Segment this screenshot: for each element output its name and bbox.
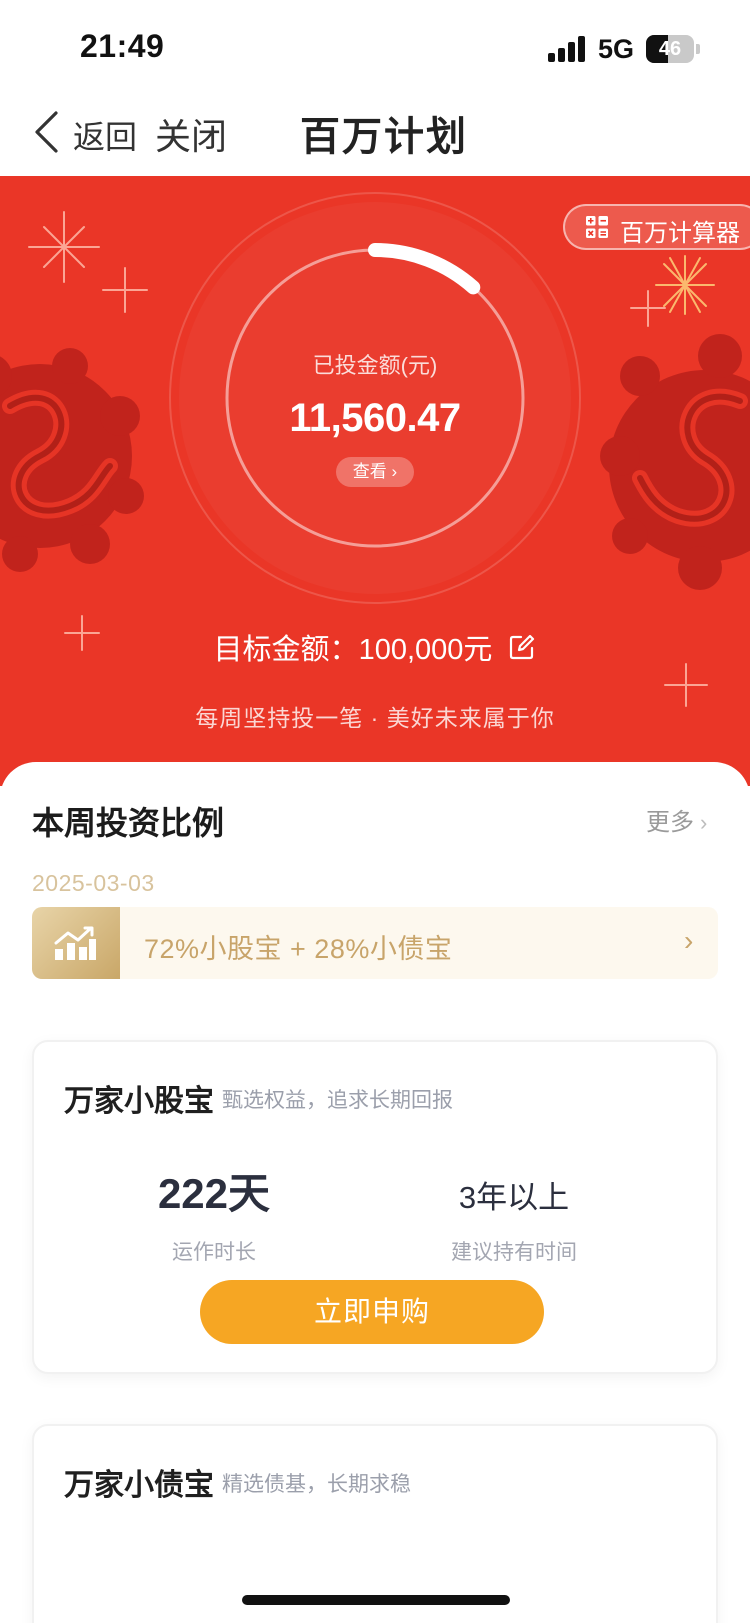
target-label: 目标金额： bbox=[213, 634, 359, 666]
more-link[interactable]: 更多 › bbox=[646, 802, 707, 837]
status-time: 21:49 bbox=[80, 28, 165, 64]
target-amount: 100,000元 bbox=[358, 634, 493, 666]
close-button[interactable]: 关闭 bbox=[155, 108, 227, 160]
back-chevron-icon[interactable] bbox=[32, 110, 62, 154]
grid-calculator-icon bbox=[586, 216, 608, 238]
network-type: 5G bbox=[598, 34, 635, 64]
ratio-icon-box bbox=[32, 907, 120, 979]
invested-amount: 11,560.47 bbox=[289, 396, 461, 440]
investment-banner: 百万计算器 已投金额(元) 11,560.47 查看 › 目标金额：100,00… bbox=[0, 176, 750, 786]
ratio-text: 72%小股宝 + 28%小债宝 bbox=[144, 934, 453, 964]
cellular-signal-icon bbox=[548, 36, 588, 62]
slogan: 每周坚持投一笔 · 美好未来属于你 bbox=[195, 705, 555, 731]
status-bar: 21:49 5G 46 bbox=[0, 0, 750, 88]
holding-period-label: 建议持有时间 bbox=[451, 1241, 577, 1264]
battery-cap bbox=[696, 44, 700, 54]
operation-days-value: 222天 bbox=[157, 1170, 271, 1217]
calculator-label: 百万计算器 bbox=[620, 220, 740, 247]
fund-card-stock[interactable]: 万家小股宝 甄选权益，追求长期回报 222天 运作时长 3年以上 建议持有时间 … bbox=[32, 1040, 718, 1374]
million-calculator-button[interactable]: 百万计算器 bbox=[563, 204, 750, 250]
target-amount-row: 目标金额：100,000元 bbox=[0, 626, 750, 668]
battery-level: 46 bbox=[658, 38, 682, 60]
fund-desc: 甄选权益，追求长期回报 bbox=[222, 1089, 453, 1112]
back-button[interactable]: 返回 bbox=[73, 112, 137, 158]
fund-desc: 精选债基，长期求稳 bbox=[222, 1473, 411, 1496]
home-indicator[interactable] bbox=[242, 1595, 510, 1605]
nav-bar: 返回 关闭 百万计划 bbox=[0, 88, 750, 176]
view-button[interactable]: 查看 › bbox=[336, 457, 414, 487]
weekly-ratio-title: 本周投资比例 bbox=[32, 805, 225, 841]
fund-card-bond[interactable]: 万家小债宝 精选债基，长期求稳 bbox=[32, 1424, 718, 1623]
fund-name: 万家小股宝 bbox=[64, 1085, 214, 1118]
content-panel: 本周投资比例 更多 › 2025-03-03 72%小股宝 + 28%小债宝 › … bbox=[0, 762, 750, 1623]
battery-icon: 46 bbox=[646, 35, 694, 63]
chevron-right-icon: › bbox=[700, 810, 708, 835]
operation-days-label: 运作时长 bbox=[172, 1241, 256, 1264]
ratio-date: 2025-03-03 bbox=[32, 870, 155, 896]
subscribe-button[interactable]: 立即申购 bbox=[200, 1280, 544, 1344]
ratio-bar[interactable]: 72%小股宝 + 28%小债宝 › bbox=[32, 907, 718, 979]
page-title: 百万计划 bbox=[300, 115, 468, 159]
chevron-right-icon: › bbox=[684, 925, 694, 956]
holding-period-value: 3年以上 bbox=[458, 1180, 570, 1215]
invested-label: 已投金额(元) bbox=[312, 353, 438, 378]
fund-name: 万家小债宝 bbox=[64, 1469, 214, 1502]
edit-icon[interactable] bbox=[508, 633, 536, 661]
trend-chart-icon bbox=[54, 926, 96, 960]
more-label: 更多 bbox=[646, 809, 694, 836]
